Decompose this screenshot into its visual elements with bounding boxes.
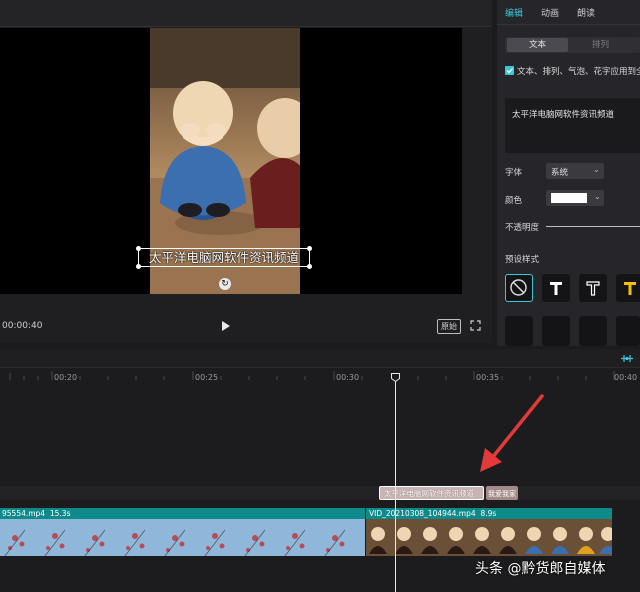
video-clip-label: 95554.mp4 15.3s [2, 509, 70, 518]
tick-label: 00:30 [336, 373, 360, 382]
presets-label: 预设样式 [505, 255, 540, 265]
color-label: 颜色 [505, 196, 523, 206]
tick-label: 00:25 [195, 373, 219, 382]
video-clip-label: VID_20210308_104944.mp4 8.9s [369, 509, 496, 518]
chevron-down-icon: ⌄ [594, 192, 601, 201]
watermark: 头条 @黔货郎自媒体 [475, 561, 606, 577]
clip-duration: 15.3s [49, 509, 71, 518]
text-style-white-icon [550, 282, 562, 295]
tab-animation[interactable]: 动画 [541, 6, 559, 19]
snap-icon[interactable] [620, 354, 634, 363]
segment-arrange[interactable]: 排列 [570, 38, 631, 52]
apply-all-label: 文本、排列、气泡、花字应用到全部 [517, 67, 640, 77]
preview-topbar [0, 0, 492, 27]
font-label: 字体 [505, 168, 523, 178]
chevron-down-icon: ⌄ [593, 165, 600, 174]
font-select-value: 系统 [551, 168, 569, 178]
playhead-handle-icon[interactable] [391, 373, 400, 382]
opacity-slider[interactable] [546, 226, 640, 227]
opacity-label: 不透明度 [505, 223, 540, 233]
none-icon [510, 279, 527, 296]
timeline-ruler[interactable] [0, 368, 640, 386]
text-input-value: 太平洋电脑网软件资讯频道 [512, 110, 615, 120]
text-track [0, 486, 640, 500]
timeline-toolbar [0, 349, 640, 368]
red-arrow-annotation-icon [480, 394, 544, 472]
ratio-button[interactable]: 原始 [437, 319, 461, 334]
tick-label: 00:20 [54, 373, 78, 382]
tab-edit[interactable]: 编辑 [505, 6, 523, 19]
clip-name: 95554.mp4 [2, 509, 46, 518]
play-icon[interactable] [218, 319, 232, 333]
text-clip-label: 我爱我家 [488, 490, 516, 498]
preset-none[interactable] [505, 274, 533, 302]
preset-outline[interactable] [579, 274, 607, 302]
clip-duration: 8.9s [480, 509, 497, 518]
playhead-line[interactable] [395, 378, 396, 592]
caption-text[interactable]: 太平洋电脑网软件资讯频道 [138, 248, 310, 267]
clip-name: VID_20210308_104944.mp4 [369, 509, 476, 518]
tick-label: 00:40 [614, 373, 638, 382]
text-clip-label: 太平洋电脑网软件资讯频道 [384, 489, 474, 498]
apply-all-checkbox[interactable] [505, 66, 514, 75]
ruler-ticks [9, 371, 615, 380]
preset-yellow[interactable] [616, 274, 640, 302]
text-style-yellow-icon [624, 282, 636, 295]
color-swatch[interactable] [551, 193, 587, 203]
tab-read-aloud[interactable]: 朗读 [577, 6, 595, 19]
tick-label: 00:35 [476, 373, 500, 382]
preset-white[interactable] [542, 274, 570, 302]
preset-row-2 [505, 316, 640, 346]
text-input[interactable] [505, 98, 640, 153]
fullscreen-icon[interactable] [470, 320, 481, 331]
rotate-icon[interactable]: ↻ [219, 278, 231, 290]
text-style-outline-icon [586, 281, 600, 296]
segment-text[interactable]: 文本 [507, 38, 568, 52]
current-time: 00:00:40 [2, 321, 43, 331]
